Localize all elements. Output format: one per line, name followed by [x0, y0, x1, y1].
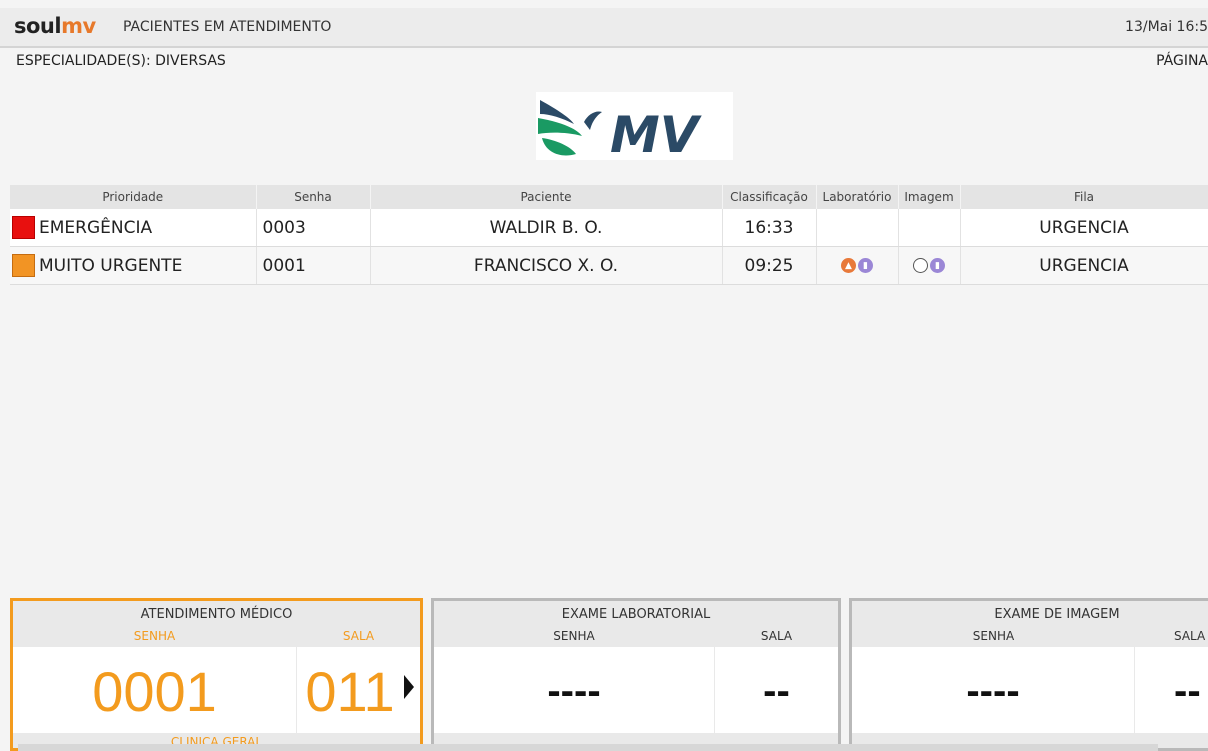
- col-header-paciente[interactable]: Paciente: [370, 185, 723, 209]
- specialty-label: ESPECIALIDADE(S): DIVERSAS: [16, 53, 226, 69]
- top-bar: soulmv PACIENTES EM ATENDIMENTO 13/Mai 1…: [0, 8, 1208, 48]
- col-header-fila[interactable]: Fila: [960, 185, 1208, 209]
- senha-cell: 0001: [256, 246, 371, 285]
- senha-cell: 0003: [256, 209, 371, 247]
- horizontal-scrollbar[interactable]: [18, 744, 1158, 751]
- priority-color-indicator: [12, 254, 35, 277]
- mv-logo-icon: MV: [538, 100, 702, 164]
- table-row[interactable]: EMERGÊNCIA 0003 WALDIR B. O. 16:33 URGEN…: [10, 209, 1208, 247]
- col-header-prioridade[interactable]: Prioridade: [10, 185, 257, 209]
- imagem-cell: [898, 209, 961, 247]
- fila-cell: URGENCIA: [960, 246, 1208, 285]
- patients-table: Prioridade Senha Paciente Classificação …: [10, 185, 1208, 285]
- priority-cell: MUITO URGENTE: [10, 246, 257, 285]
- senha-label: SENHA: [553, 629, 595, 643]
- classificacao-cell: 09:25: [722, 246, 817, 285]
- panel-atendimento-medico: ATENDIMENTO MÉDICO SENHA SALA 0001 011 C…: [10, 598, 423, 751]
- laboratorio-cell: ▲ ▮: [816, 246, 899, 285]
- table-header-row: Prioridade Senha Paciente Classificação …: [10, 185, 1208, 209]
- col-header-laboratorio[interactable]: Laboratório: [816, 185, 899, 209]
- paciente-cell: WALDIR B. O.: [370, 209, 723, 247]
- page-title: PACIENTES EM ATENDIMENTO: [123, 19, 332, 35]
- fila-cell: URGENCIA: [960, 209, 1208, 247]
- sala-label: SALA: [1174, 629, 1206, 643]
- panel-title: EXAME LABORATORIAL: [561, 607, 711, 622]
- current-senha: 0001: [92, 660, 217, 723]
- panel-title: EXAME DE IMAGEM: [994, 607, 1120, 622]
- priority-color-indicator: [12, 216, 35, 239]
- brand-part-soul: soul: [14, 14, 62, 38]
- arrow-right-icon: [404, 675, 414, 699]
- datetime: 13/Mai 16:5: [1125, 19, 1208, 35]
- panel-exame-laboratorial: EXAME LABORATORIAL SENHA SALA ---- --: [431, 598, 841, 751]
- current-sala: --: [763, 669, 790, 713]
- sala-label: SALA: [342, 629, 375, 643]
- table-row[interactable]: MUITO URGENTE 0001 FRANCISCO X. O. 09:25…: [10, 246, 1208, 285]
- priority-text: EMERGÊNCIA: [39, 217, 153, 238]
- soulmv-logo: soulmv: [14, 14, 96, 38]
- laboratorio-cell: [816, 209, 899, 247]
- classificacao-cell: 16:33: [722, 209, 817, 247]
- sala-label: SALA: [760, 629, 793, 643]
- lab-pending-icon[interactable]: ▲: [841, 258, 856, 273]
- senha-label: SENHA: [133, 629, 176, 643]
- panel-title: ATENDIMENTO MÉDICO: [140, 607, 293, 622]
- current-senha: ----: [966, 669, 1020, 713]
- col-header-senha[interactable]: Senha: [256, 185, 371, 209]
- priority-cell: EMERGÊNCIA: [10, 209, 257, 247]
- current-sala: 011: [305, 660, 395, 723]
- col-header-classificacao[interactable]: Classificação: [722, 185, 817, 209]
- brand-part-mv: mv: [61, 14, 96, 38]
- col-header-imagem[interactable]: Imagem: [898, 185, 961, 209]
- panel-exame-imagem: EXAME DE IMAGEM SENHA SALA ---- --: [849, 598, 1208, 751]
- priority-text: MUITO URGENTE: [39, 255, 183, 276]
- current-sala: --: [1174, 669, 1201, 713]
- mv-logo-text: MV: [610, 106, 702, 160]
- imagem-cell: ▮: [898, 246, 961, 285]
- document-icon[interactable]: ▮: [858, 258, 873, 273]
- empty-circle-icon[interactable]: [913, 258, 928, 273]
- mv-logo: MV: [536, 92, 733, 164]
- paciente-cell: FRANCISCO X. O.: [370, 246, 723, 285]
- current-senha: ----: [547, 669, 601, 713]
- document-icon[interactable]: ▮: [930, 258, 945, 273]
- page-label: PÁGINA: [1156, 53, 1208, 69]
- senha-label: SENHA: [972, 629, 1015, 643]
